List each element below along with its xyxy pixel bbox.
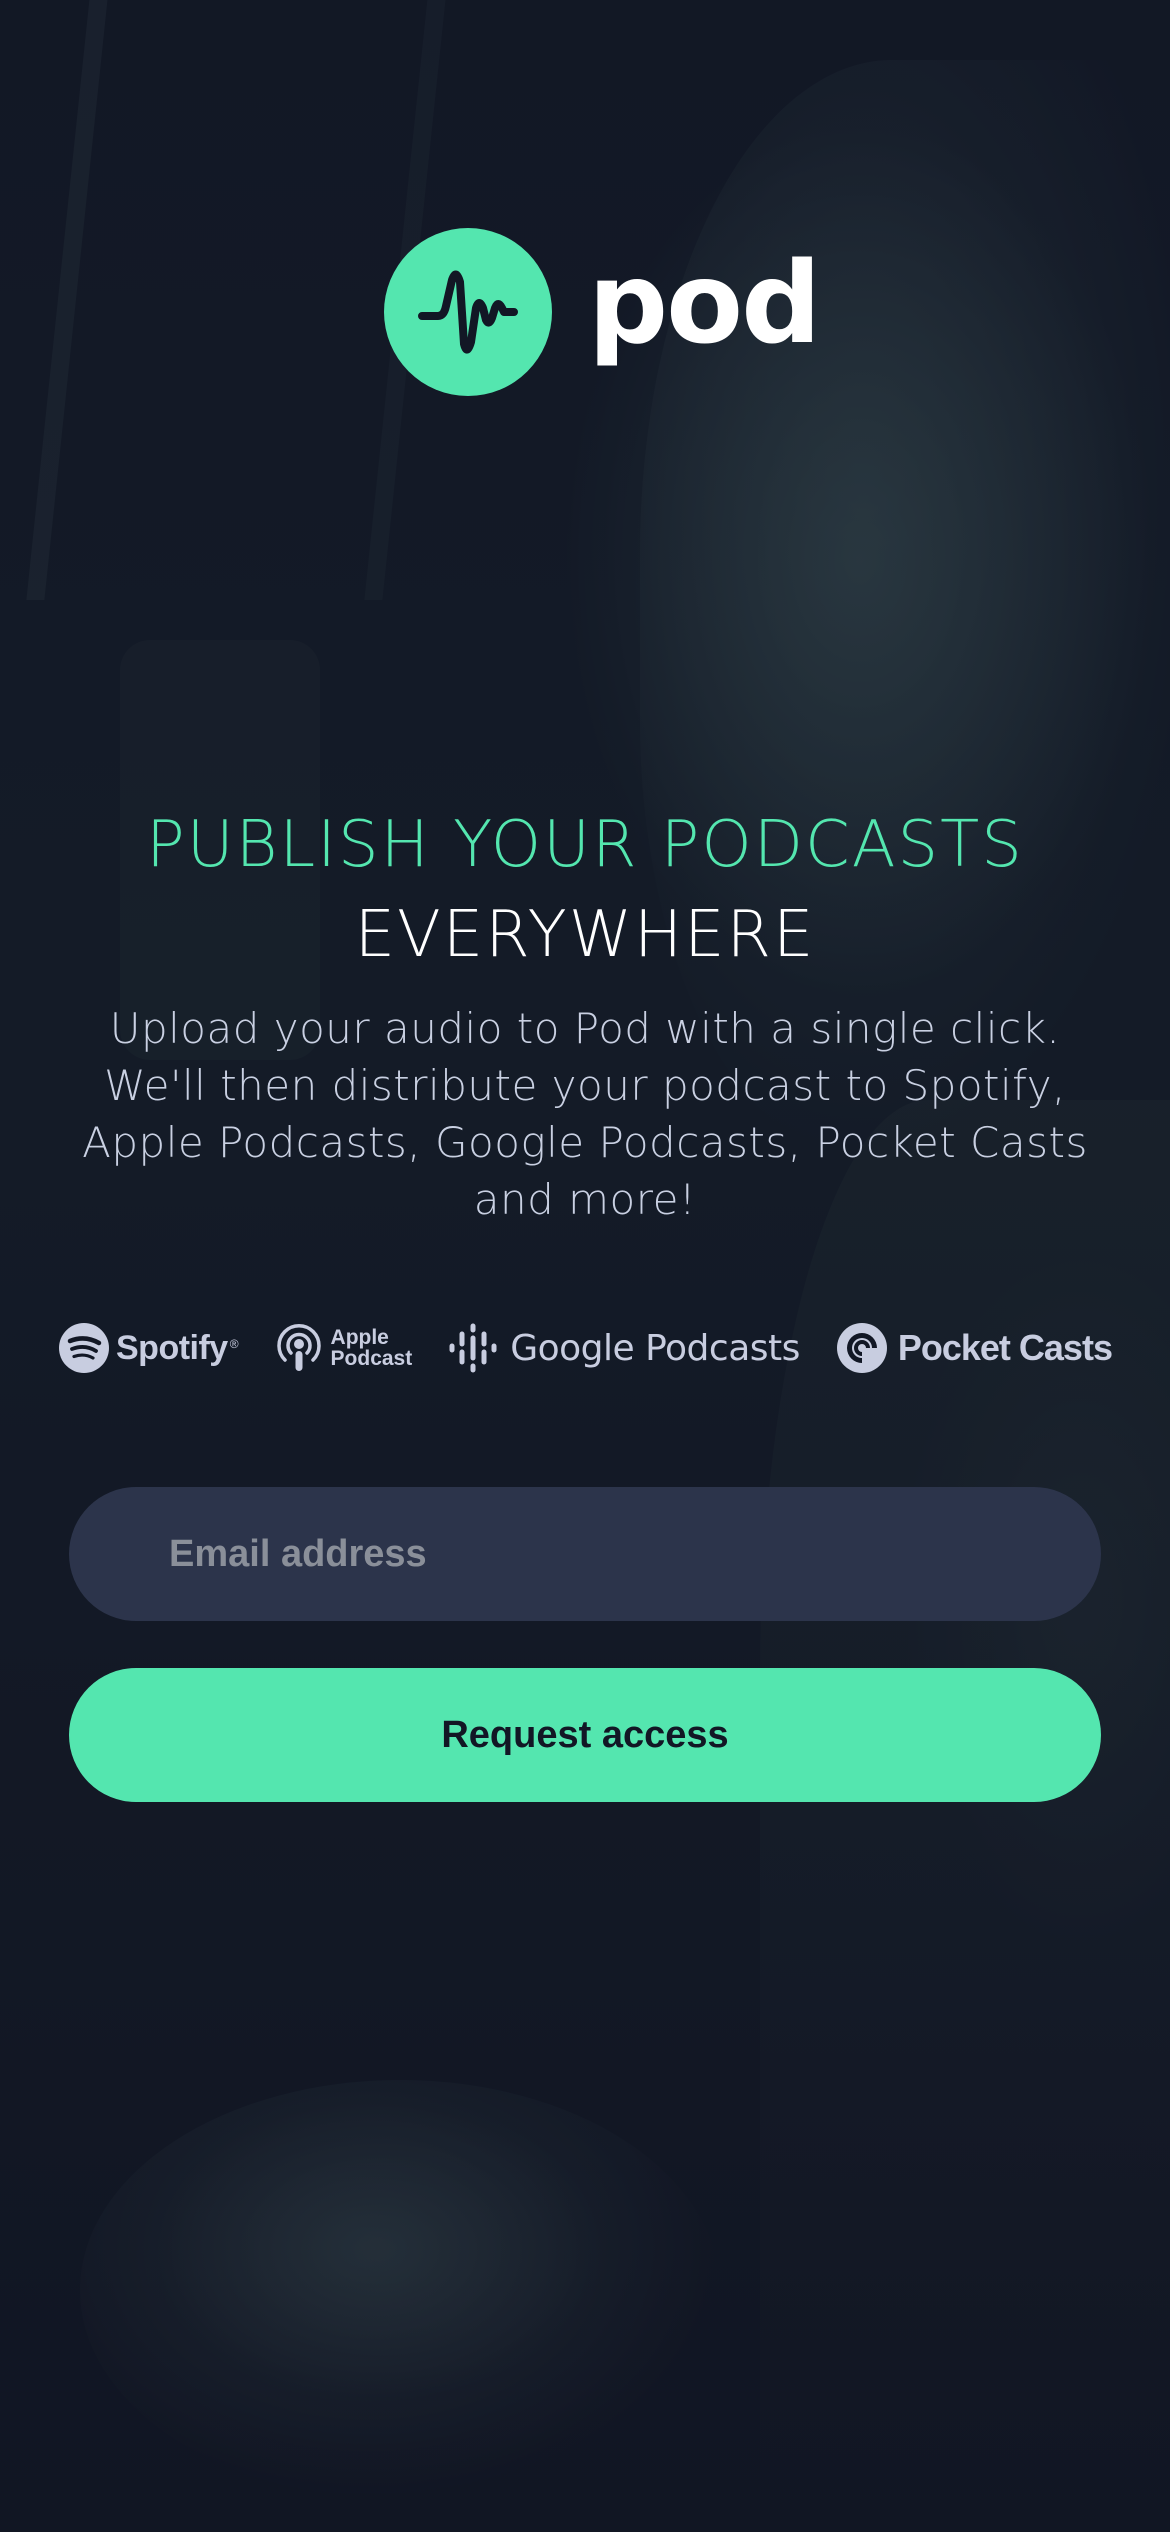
google-podcasts-logo: Google Podcasts: [448, 1322, 800, 1374]
hero-description: Upload your audio to Pod with a single c…: [82, 1004, 1088, 1224]
spotify-icon: [59, 1323, 109, 1373]
pocket-casts-icon: [836, 1323, 887, 1373]
google-podcasts-icon: [449, 1323, 497, 1373]
main-content: pod PUBLISH YOUR PODCASTS EVERYWHERE Upl…: [0, 0, 1170, 2532]
apple-label-line1: Apple: [330, 1326, 389, 1349]
apple-podcast-icon: [276, 1323, 321, 1371]
pocket-casts-label: Pocket Casts: [897, 1327, 1113, 1368]
apple-label-line2: Podcast: [330, 1347, 413, 1370]
platform-logos: Spotify ® Apple Podcast Google Podcasts …: [58, 1312, 1113, 1384]
apple-podcast-logo: Apple Podcast: [275, 1322, 413, 1374]
waveform-icon: [384, 228, 552, 396]
page-title: PUBLISH YOUR PODCASTS EVERYWHERE: [0, 800, 1170, 980]
spotify-logo: Spotify ®: [58, 1322, 239, 1374]
request-access-button[interactable]: Request access: [69, 1668, 1101, 1802]
spotify-label: Spotify: [116, 1328, 228, 1367]
trademark-symbol: ®: [229, 1337, 239, 1351]
title-rest: EVERYWHERE: [354, 898, 816, 972]
brand-logo: pod: [384, 228, 821, 396]
apple-podcast-label: Apple Podcast: [331, 1327, 413, 1369]
brand-name: pod: [588, 239, 821, 369]
google-podcasts-label: Google Podcasts: [510, 1327, 800, 1369]
title-accent: PUBLISH YOUR PODCASTS: [146, 808, 1024, 882]
pocket-casts-logo: Pocket Casts: [836, 1322, 1113, 1374]
email-input[interactable]: [69, 1487, 1101, 1621]
